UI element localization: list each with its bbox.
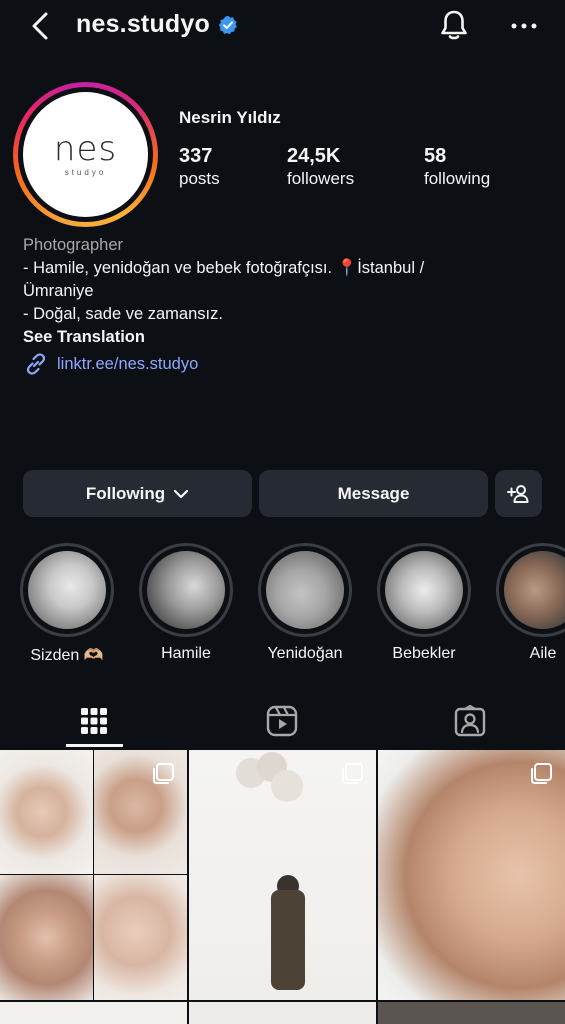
stat-followers-label: followers [287, 169, 355, 188]
post-thumbnail[interactable] [189, 1002, 376, 1024]
post-thumbnail[interactable] [378, 1002, 565, 1024]
tab-reels[interactable] [253, 694, 311, 748]
stat-posts-label: posts [179, 169, 220, 188]
tagged-icon [454, 705, 486, 737]
reels-icon [266, 705, 298, 737]
post-image [94, 875, 187, 1000]
post-thumbnail[interactable] [378, 750, 565, 1000]
stat-following-label: following [424, 169, 491, 188]
highlight-cover-image [266, 551, 344, 629]
highlight-label: Bebekler [392, 645, 456, 662]
post-thumbnail[interactable] [0, 750, 187, 1000]
tab-posts-grid[interactable] [65, 694, 123, 748]
highlight-label: Aile [529, 645, 557, 662]
highlight-label: Sizden 🫶🏼 [30, 647, 104, 664]
notification-bell-icon[interactable] [436, 7, 472, 43]
username-text: nes.studyo [76, 10, 210, 38]
bio-link[interactable]: linktr.ee/nes.studyo [23, 351, 543, 377]
highlight-item[interactable]: Bebekler [377, 543, 471, 663]
stat-posts[interactable]: 337 posts [179, 144, 220, 190]
more-options-icon[interactable] [506, 8, 542, 44]
profile-bio: Photographer - Hamile, yenidoğan ve bebe… [23, 234, 543, 377]
bio-line: - Hamile, yenidoğan ve bebek fotoğrafçıs… [23, 259, 425, 277]
chevron-down-icon [174, 489, 189, 498]
highlight-cover-image [504, 551, 565, 629]
link-icon [26, 353, 46, 375]
profile-username: nes.studyo [76, 10, 238, 39]
bio-line: - Doğal, sade ve zamansız. [23, 305, 223, 323]
post-thumbnail[interactable] [189, 750, 376, 1000]
post-image [271, 890, 305, 990]
bio-line: Ümraniye [23, 282, 94, 300]
add-person-icon [506, 484, 528, 503]
verified-badge-icon [218, 15, 237, 34]
multiple-photos-icon [342, 763, 363, 784]
avatar: nes studyo [23, 92, 148, 217]
see-translation-link[interactable]: See Translation [23, 326, 543, 349]
highlight-item[interactable]: Yenidoğan [258, 543, 352, 663]
stat-followers-value: 24,5K [287, 145, 341, 167]
suggest-people-button[interactable] [495, 470, 542, 517]
message-button-label: Message [337, 483, 410, 503]
multiple-photos-icon [531, 763, 552, 784]
message-button[interactable]: Message [259, 470, 488, 517]
post-thumbnail[interactable] [0, 1002, 187, 1024]
back-icon[interactable] [24, 8, 60, 44]
multiple-photos-icon [153, 763, 174, 784]
highlight-item[interactable]: Hamile [139, 543, 233, 663]
stat-following-value: 58 [424, 145, 447, 167]
highlight-label: Yenidoğan [267, 645, 343, 662]
avatar-logo-text: nes [53, 129, 118, 169]
profile-avatar-story-ring[interactable]: nes studyo [13, 82, 158, 227]
tab-tagged[interactable] [441, 694, 499, 748]
bio-link-text: linktr.ee/nes.studyo [57, 354, 199, 373]
profile-category: Photographer [23, 236, 123, 254]
highlight-item[interactable]: Aile [496, 543, 565, 663]
following-button[interactable]: Following [23, 470, 252, 517]
active-tab-indicator [66, 744, 123, 747]
avatar-logo-subtext: studyo [64, 168, 107, 177]
stat-posts-value: 337 [179, 145, 213, 167]
grid-icon [81, 708, 107, 734]
following-button-label: Following [85, 483, 166, 503]
highlight-item[interactable]: Sizden 🫶🏼 [20, 543, 114, 665]
highlight-cover-image [385, 551, 463, 629]
top-bar: nes.studyo [0, 0, 565, 54]
stat-following[interactable]: 58 following [424, 144, 490, 190]
highlight-cover-image [28, 551, 106, 629]
post-image [271, 770, 303, 802]
profile-full-name: Nesrin Yıldız [179, 108, 281, 127]
stat-followers[interactable]: 24,5K followers [287, 144, 354, 190]
highlight-label: Hamile [161, 645, 211, 662]
post-image [0, 750, 93, 874]
highlight-cover-image [147, 551, 225, 629]
post-image [0, 875, 93, 1000]
